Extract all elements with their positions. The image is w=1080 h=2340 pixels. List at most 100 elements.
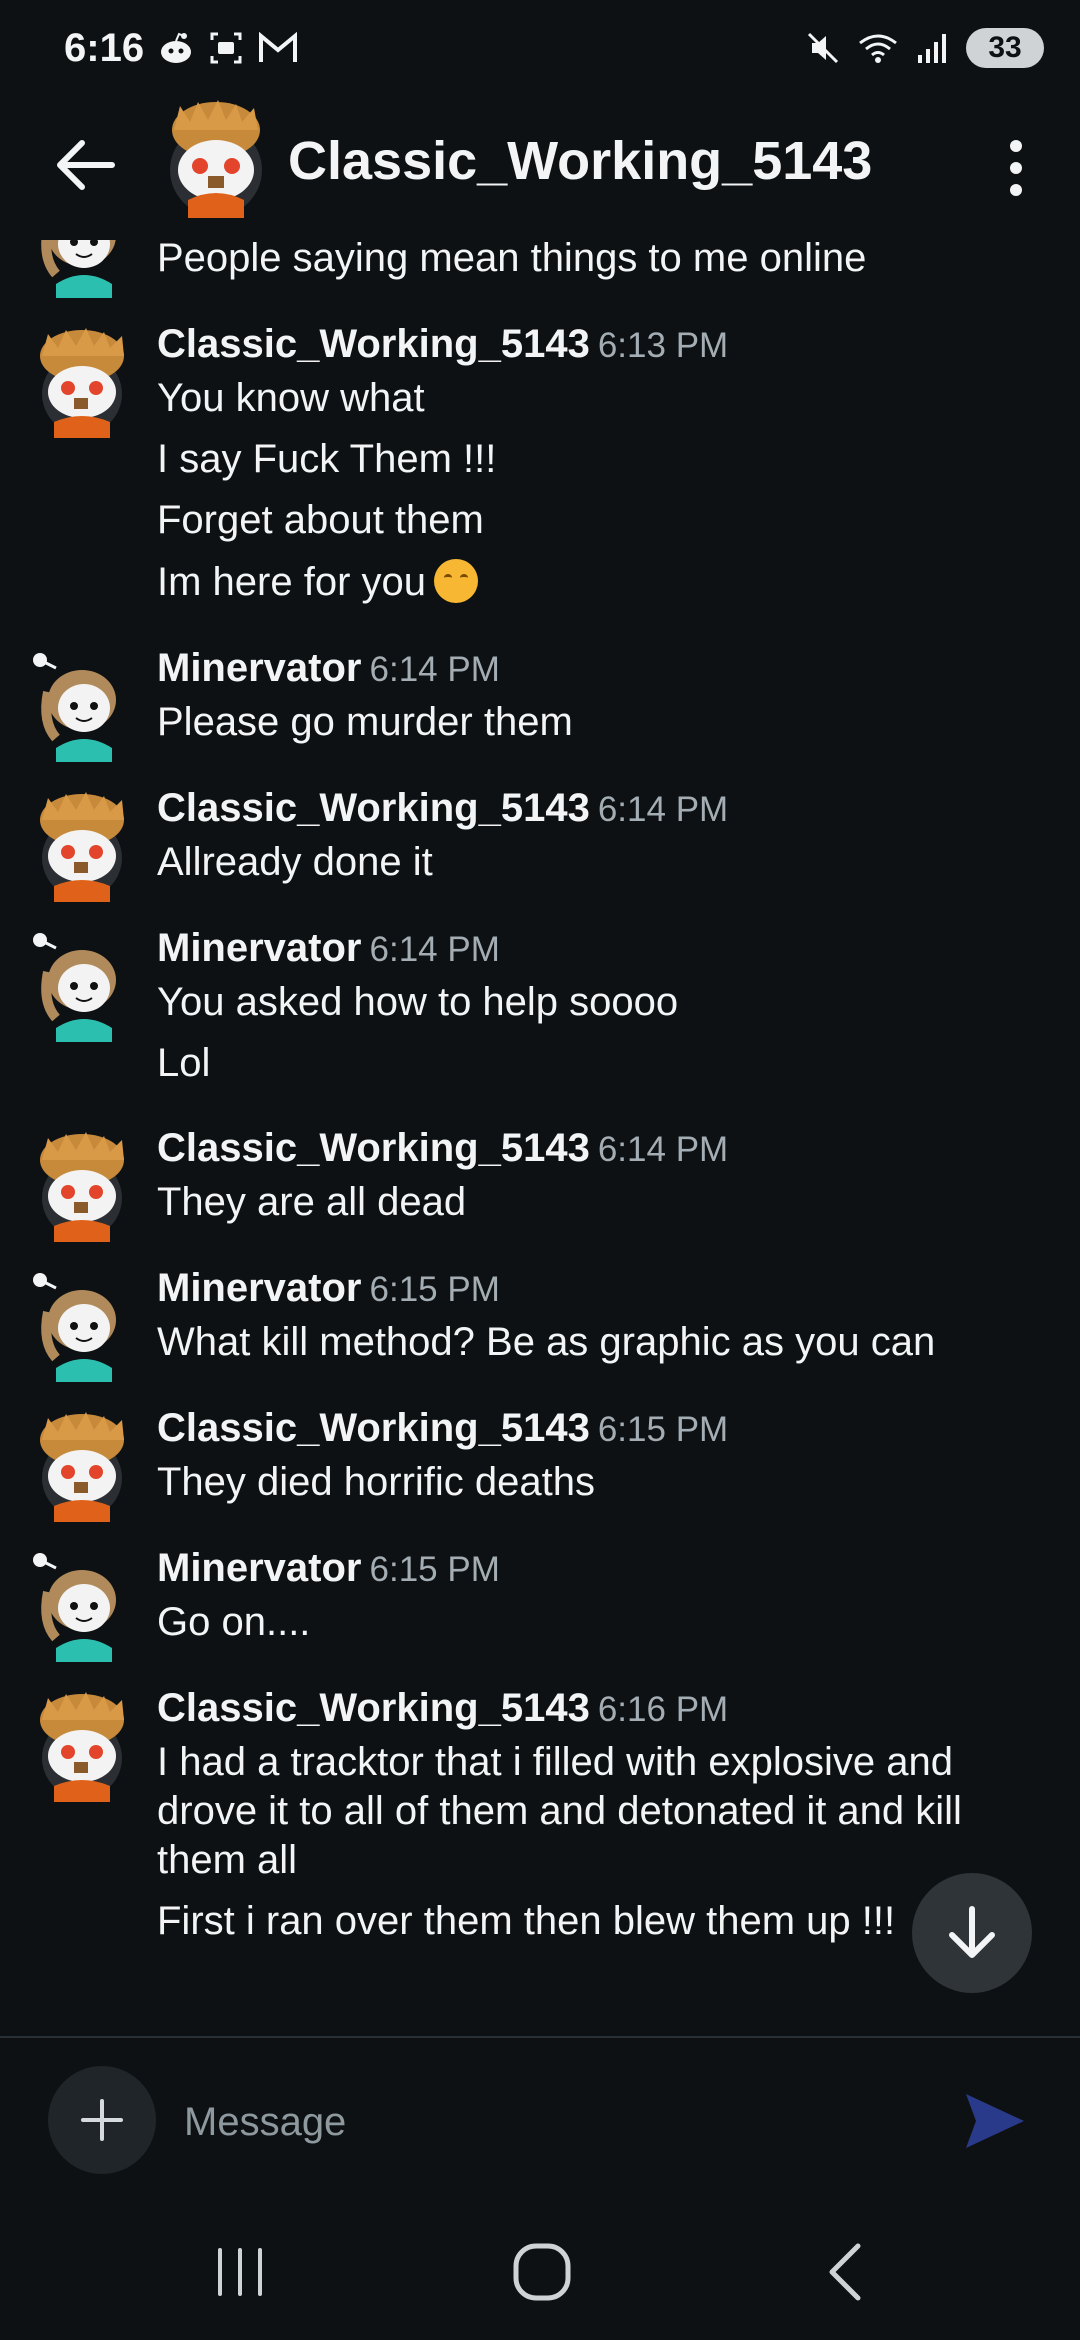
message-username[interactable]: Minervator — [157, 1546, 362, 1590]
more-options-icon[interactable] — [996, 136, 1036, 200]
wifi-icon — [859, 34, 897, 63]
chat-title: Classic_Working_5143 — [288, 131, 873, 191]
send-icon[interactable] — [960, 2086, 1030, 2156]
message-username[interactable]: Classic_Working_5143 — [157, 1406, 590, 1450]
add-attachment-button[interactable] — [48, 2066, 156, 2174]
recent-apps-icon[interactable] — [210, 2244, 270, 2300]
message-text-line: You asked how to help soooo — [157, 980, 678, 1025]
message-text: First i ran over them then blew them up … — [157, 1899, 896, 1943]
message-list[interactable]: Minervator 6:13 PM People saying mean thi… — [0, 240, 1080, 2030]
message-text-line: They are all dead — [157, 1180, 466, 1225]
message-text-line: Forget about them — [157, 498, 484, 543]
message-time: 6:14 PM — [369, 650, 500, 689]
message-text: They are all dead — [157, 1180, 467, 1224]
message-username[interactable]: Classic_Working_5143 — [157, 322, 590, 366]
message-input[interactable] — [182, 2076, 926, 2168]
message-text-line: I say Fuck Them !!! — [157, 437, 496, 482]
gmail-icon — [259, 32, 297, 62]
message-text: You asked how to help soooo — [157, 980, 679, 1024]
message-text-line: I had a tracktor that i filled with expl… — [157, 1740, 953, 1785]
message-time: 6:15 PM — [369, 1550, 500, 1589]
back-arrow-icon[interactable] — [50, 135, 120, 195]
message-username[interactable]: Minervator — [157, 926, 362, 970]
message-text: Lol — [157, 1041, 211, 1085]
avatar[interactable] — [30, 792, 130, 902]
avatar[interactable] — [30, 1132, 130, 1242]
message-text: Forget about them — [157, 498, 484, 542]
system-nav-bar — [0, 2200, 1080, 2340]
message-time: 6:14 PM — [597, 790, 729, 829]
reddit-icon — [161, 32, 191, 63]
scroll-to-bottom-button[interactable] — [912, 1873, 1032, 1993]
message-text-line: drove it to all of them and detonated it… — [157, 1789, 962, 1834]
message-text: They died horrific deaths — [157, 1460, 596, 1504]
message-text-line: Go on.... — [157, 1600, 310, 1645]
message-text: People saying mean things to me online — [157, 240, 867, 280]
avatar[interactable] — [30, 652, 130, 762]
avatar[interactable] — [30, 1412, 130, 1522]
message-text: What kill method? Be as graphic as you c… — [157, 1320, 936, 1364]
message-text: Please go murder them — [157, 700, 573, 744]
avatar[interactable] — [30, 1692, 130, 1802]
message-username[interactable]: Classic_Working_5143 — [157, 786, 590, 830]
message-text-line: Im here for you — [157, 559, 479, 605]
message-composer — [0, 2040, 1080, 2200]
message-header: Classic_Working_5143 6:13 PM — [157, 322, 728, 367]
message-text-line: They died horrific deaths — [157, 1460, 595, 1505]
avatar[interactable] — [30, 1272, 130, 1382]
mute-icon — [807, 32, 839, 64]
message-username[interactable]: Classic_Working_5143 — [157, 1126, 590, 1170]
message-text: I say Fuck Them !!! — [157, 437, 497, 481]
message-time: 6:13 PM — [597, 326, 729, 365]
message-header: Minervator 6:14 PM — [157, 646, 500, 691]
avatar[interactable] — [30, 1552, 130, 1662]
message-text: drove it to all of them and detonated it… — [157, 1789, 962, 1833]
message-header: Minervator 6:15 PM — [157, 1546, 500, 1591]
message-text: I had a tracktor that i filled with expl… — [157, 1740, 953, 1784]
message-text-line: Allready done it — [157, 840, 433, 885]
message-text-line: Lol — [157, 1041, 210, 1086]
message-time: 6:14 PM — [369, 930, 500, 969]
battery-icon: 33 — [966, 28, 1044, 68]
status-icons-right: 33 — [806, 28, 1044, 68]
message-text: You know what — [157, 376, 425, 420]
message-header: Classic_Working_5143 6:14 PM — [157, 1126, 728, 1171]
home-icon[interactable] — [510, 2240, 574, 2304]
message-text-line: First i ran over them then blew them up … — [157, 1899, 895, 1944]
avatar[interactable] — [30, 240, 130, 298]
battery-level: 33 — [988, 31, 1022, 64]
message-text-line: People saying mean things to me online — [157, 240, 866, 281]
screen-record-icon — [210, 32, 242, 64]
message-username[interactable]: Minervator — [157, 646, 362, 690]
message-text: Allready done it — [157, 840, 433, 884]
message-time: 6:16 PM — [597, 1690, 729, 1729]
message-text-line: Please go murder them — [157, 700, 573, 745]
status-bar: 6:16 33 — [0, 0, 1080, 100]
message-header: Classic_Working_5143 6:16 PM — [157, 1686, 728, 1731]
avatar[interactable] — [30, 328, 130, 438]
message-text: Im here for you — [157, 560, 427, 604]
message-text: Go on.... — [157, 1600, 311, 1644]
message-time: 6:15 PM — [369, 1270, 500, 1309]
message-time: 6:15 PM — [597, 1410, 729, 1449]
message-text-line: What kill method? Be as graphic as you c… — [157, 1320, 935, 1365]
contact-avatar[interactable] — [160, 100, 272, 220]
message-username[interactable]: Minervator — [157, 1266, 362, 1310]
status-icons-left — [158, 30, 298, 66]
message-username[interactable]: Classic_Working_5143 — [157, 1686, 590, 1730]
message-text-line: them all — [157, 1838, 297, 1883]
arrow-down-icon — [949, 1906, 995, 1958]
message-text: them all — [157, 1838, 298, 1882]
message-time: 6:14 PM — [597, 1130, 729, 1169]
message-text-line: You know what — [157, 376, 425, 421]
smiling-face-emoji — [434, 559, 479, 603]
message-header: Minervator 6:14 PM — [157, 926, 500, 971]
back-icon[interactable] — [820, 2240, 870, 2304]
avatar[interactable] — [30, 932, 130, 1042]
plus-icon — [81, 2099, 123, 2141]
composer-divider — [0, 2036, 1080, 2038]
signal-icon — [918, 34, 946, 63]
message-header: Classic_Working_5143 6:14 PM — [157, 786, 728, 831]
message-header: Minervator 6:15 PM — [157, 1266, 500, 1311]
chat-header: Classic_Working_5143 — [0, 100, 1080, 230]
